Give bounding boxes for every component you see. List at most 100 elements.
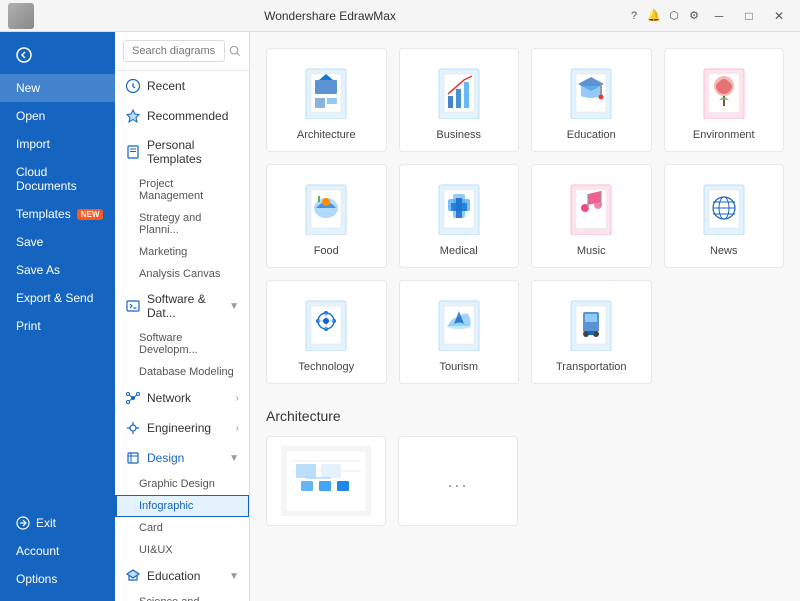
music-label: Music — [577, 245, 606, 257]
settings-icon[interactable]: ⚙ — [686, 8, 702, 24]
business-label: Business — [436, 129, 481, 141]
sidebar-item-cloud[interactable]: Cloud Documents — [0, 158, 115, 200]
arch-preview-1[interactable] — [266, 436, 386, 526]
close-button[interactable]: ✕ — [766, 5, 792, 27]
sidebar-item-label: Export & Send — [16, 291, 93, 305]
sidebar-item-print[interactable]: Print — [0, 312, 115, 340]
design-chevron: ▼ — [229, 453, 239, 464]
template-architecture[interactable]: Architecture — [266, 48, 387, 152]
business-icon — [429, 61, 489, 121]
sidebar-item-export[interactable]: Export & Send — [0, 284, 115, 312]
recommended-icon — [125, 108, 141, 124]
nav-card[interactable]: Card — [115, 517, 249, 539]
sidebar-item-save[interactable]: Save — [0, 228, 115, 256]
titlebar: Wondershare EdrawMax ? 🔔 ⬡ ⚙ ─ □ ✕ — [0, 0, 800, 32]
template-business[interactable]: Business — [399, 48, 520, 152]
food-label: Food — [314, 245, 339, 257]
personal-icon — [125, 144, 141, 160]
template-food[interactable]: Food — [266, 164, 387, 268]
template-technology[interactable]: Technology — [266, 280, 387, 384]
architecture-label: Architecture — [297, 129, 356, 141]
nav-design-label: Design — [147, 451, 184, 465]
template-news[interactable]: News — [664, 164, 785, 268]
nav-database[interactable]: Database Modeling — [115, 361, 249, 383]
music-icon — [561, 177, 621, 237]
bell-icon[interactable]: 🔔 — [646, 8, 662, 24]
technology-label: Technology — [298, 361, 354, 373]
dots-label: ... — [447, 471, 468, 492]
medical-label: Medical — [440, 245, 478, 257]
template-transportation[interactable]: Transportation — [531, 280, 652, 384]
sidebar-item-label: Open — [16, 109, 45, 123]
nav-recommended-label: Recommended — [147, 109, 228, 123]
nav-recommended[interactable]: Recommended — [115, 101, 249, 131]
user-avatar — [8, 3, 34, 29]
nav-infographic[interactable]: Infographic — [115, 495, 249, 517]
sidebar-exit-label: Exit — [36, 516, 56, 530]
nav-software-dev[interactable]: Software Developm... — [115, 327, 249, 361]
template-education[interactable]: Education — [531, 48, 652, 152]
template-environment[interactable]: Environment — [664, 48, 785, 152]
sidebar-account-label: Account — [16, 544, 59, 558]
nav-network-label: Network — [147, 391, 191, 405]
nav-analysis[interactable]: Analysis Canvas — [115, 263, 249, 285]
sidebar-item-import[interactable]: Import — [0, 130, 115, 158]
template-grid: Architecture Business Education — [266, 48, 784, 384]
sidebar-item-label: Save As — [16, 263, 60, 277]
nav-recent[interactable]: Recent — [115, 71, 249, 101]
nav-software-label: Software & Dat... — [147, 292, 223, 320]
app-body: New Open Import Cloud Documents Template… — [0, 32, 800, 601]
sidebar-item-label: Templates — [16, 207, 71, 221]
template-medical[interactable]: Medical — [399, 164, 520, 268]
transportation-label: Transportation — [556, 361, 627, 373]
architecture-preview-grid: ... — [266, 436, 784, 526]
nav-software[interactable]: Software & Dat... ▼ — [115, 285, 249, 327]
minimize-button[interactable]: ─ — [706, 5, 732, 27]
arch-preview-dots[interactable]: ... — [398, 436, 518, 526]
sidebar-item-options[interactable]: Options — [0, 565, 115, 593]
maximize-button[interactable]: □ — [736, 5, 762, 27]
sidebar-item-account[interactable]: Account — [0, 537, 115, 565]
medical-icon — [429, 177, 489, 237]
titlebar-left — [8, 3, 34, 29]
template-music[interactable]: Music — [531, 164, 652, 268]
nav-personal[interactable]: Personal Templates — [115, 131, 249, 173]
education-chevron: ▼ — [229, 571, 239, 582]
sidebar-item-label: Save — [16, 235, 43, 249]
nav-marketing[interactable]: Marketing — [115, 241, 249, 263]
sidebar-item-open[interactable]: Open — [0, 102, 115, 130]
nav-science[interactable]: Science and Educati... — [115, 591, 249, 601]
search-input[interactable] — [123, 40, 225, 62]
share-icon[interactable]: ⬡ — [666, 8, 682, 24]
nav-network[interactable]: Network › — [115, 383, 249, 413]
news-label: News — [710, 245, 738, 257]
tourism-icon — [429, 293, 489, 353]
sidebar-item-saveas[interactable]: Save As — [0, 256, 115, 284]
education-card-icon — [561, 61, 621, 121]
software-chevron: ▼ — [229, 301, 239, 312]
nav-design[interactable]: Design ▼ — [115, 443, 249, 473]
engineering-chevron: › — [236, 423, 239, 434]
sidebar-item-new[interactable]: New — [0, 74, 115, 102]
tourism-label: Tourism — [439, 361, 478, 373]
search-icon — [229, 44, 241, 58]
transportation-icon — [561, 293, 621, 353]
nav-graphic-design[interactable]: Graphic Design — [115, 473, 249, 495]
new-badge: NEW — [77, 209, 104, 220]
main-content: Architecture Business Education — [250, 32, 800, 601]
nav-strategy[interactable]: Strategy and Planni... — [115, 207, 249, 241]
app-title: Wondershare EdrawMax — [34, 9, 626, 23]
nav-education[interactable]: Education ▼ — [115, 561, 249, 591]
nav-uiux[interactable]: UI&UX — [115, 539, 249, 561]
education-card-label: Education — [567, 129, 616, 141]
nav-project[interactable]: Project Management — [115, 173, 249, 207]
back-button[interactable] — [0, 40, 115, 70]
section-title: Architecture — [266, 408, 784, 424]
nav-panel: Recent Recommended Personal Templates Pr… — [115, 32, 250, 601]
template-tourism[interactable]: Tourism — [399, 280, 520, 384]
sidebar-item-exit[interactable]: Exit — [0, 509, 115, 537]
arch-preview-image — [281, 446, 371, 516]
nav-engineering[interactable]: Engineering › — [115, 413, 249, 443]
sidebar-item-templates[interactable]: Templates NEW — [0, 200, 115, 228]
help-icon[interactable]: ? — [626, 8, 642, 24]
